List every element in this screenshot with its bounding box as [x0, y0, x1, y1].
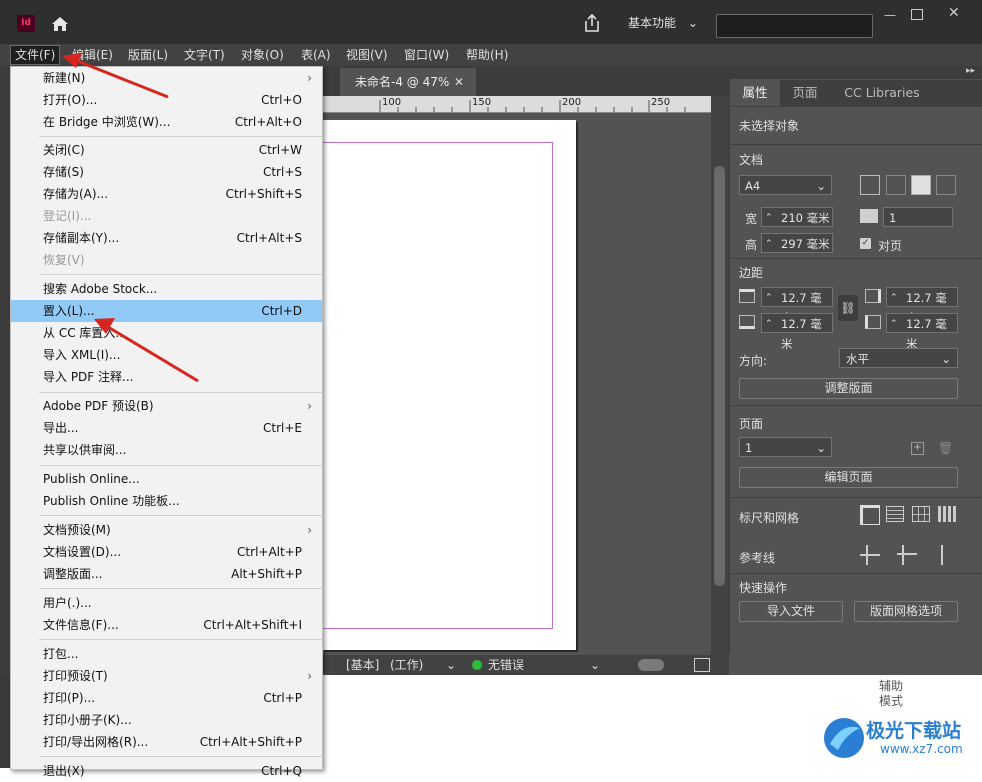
watermark-logo-icon — [824, 718, 864, 758]
annotation-arrows — [62, 53, 199, 383]
watermark-brand: 极光下载站 — [866, 720, 962, 742]
annotation-arrow-file-menu — [62, 53, 169, 99]
watermark: 极光下载站 www.xz7.com — [820, 712, 980, 768]
watermark-url: www.xz7.com — [880, 742, 963, 756]
annotation-arrow-place-item — [94, 318, 199, 383]
